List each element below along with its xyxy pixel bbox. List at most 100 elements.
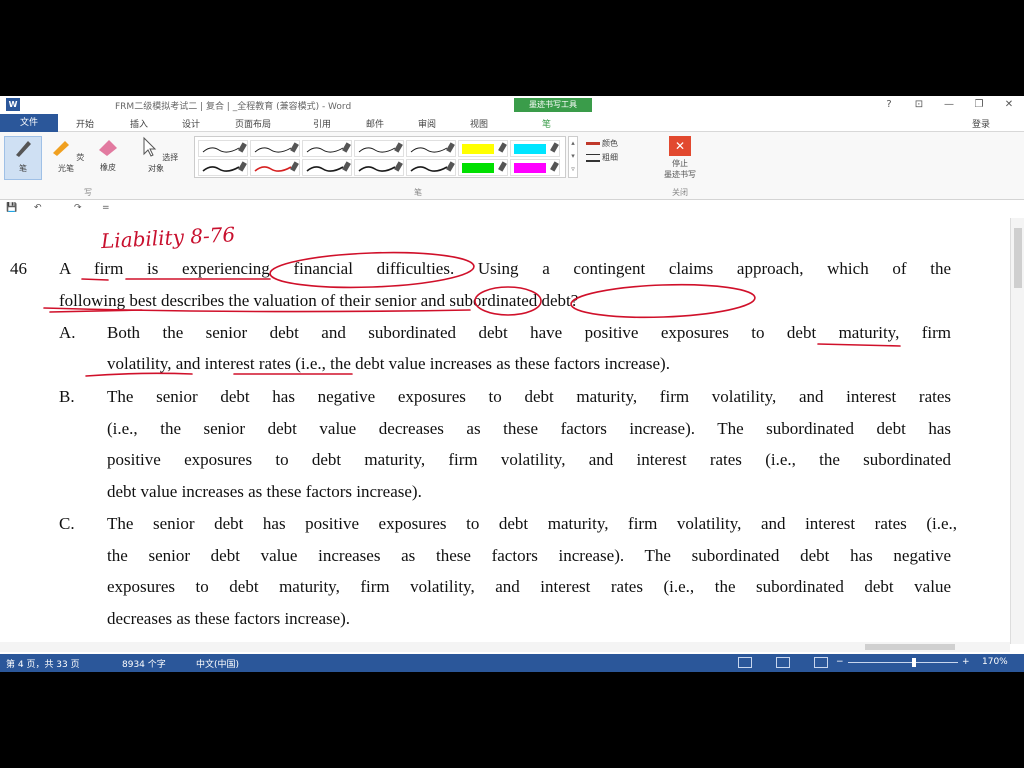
stop-inking-icon: ✕ [669, 136, 691, 156]
color-swatch-icon [586, 142, 600, 145]
pen-stroke-icon [202, 166, 240, 172]
pen-swatch-5[interactable] [406, 140, 456, 157]
customize-qat-icon[interactable]: = [102, 203, 110, 213]
handwritten-note-text: Liability 8-76 [101, 222, 236, 253]
eraser-button[interactable]: 橡皮 [90, 136, 126, 173]
highlighter-swatch-icon [514, 163, 546, 173]
pen-swatch-8[interactable] [198, 159, 248, 176]
ribbon: 笔 荧光笔 橡皮 选择对象 ▴ ▾ ▿ 颜色 粗细 ✕ 停止 墨迹书写 写 笔 关闭 [0, 132, 1024, 200]
pen-swatch-14[interactable] [510, 159, 560, 176]
sign-in-link[interactable]: 登录 [972, 117, 990, 130]
pen-tip-icon [498, 142, 507, 153]
select-objects-button[interactable]: 选择对象 [130, 136, 182, 174]
tab-page-layout[interactable]: 页面布局 [235, 117, 271, 130]
option-c-line-3: exposures to debt maturity, firm volatil… [107, 577, 951, 596]
option-c-line-2: the senior debt value increases as these… [107, 546, 951, 565]
zoom-slider-thumb[interactable] [912, 658, 916, 667]
cursor-icon [143, 136, 156, 157]
option-a-line-1: Both the senior debt and subordinated de… [107, 323, 951, 342]
screen: W FRM二级模拟考试二 | 复合 | _全程教育 (兼容模式) - Word … [0, 0, 1024, 768]
pen-icon [16, 141, 31, 157]
page-indicator[interactable]: 第 4 页，共 33 页 [6, 657, 80, 670]
pen-stroke-icon [358, 166, 396, 172]
close-button[interactable]: ✕ [994, 96, 1024, 114]
horizontal-scroll-thumb[interactable] [865, 644, 955, 650]
pen-swatch-1[interactable] [198, 140, 248, 157]
group-label-close: 关闭 [672, 188, 688, 197]
question-line-2: following best describes the valuation o… [59, 291, 579, 310]
option-c-line-1: The senior debt has positive exposures t… [107, 514, 957, 533]
option-c-label: C. [59, 514, 75, 533]
pen-swatch-10[interactable] [302, 159, 352, 176]
pen-swatch-11[interactable] [354, 159, 404, 176]
tab-pens[interactable]: 笔 [542, 117, 551, 130]
web-layout-icon[interactable] [814, 657, 828, 668]
zoom-in-icon[interactable]: + [962, 657, 970, 667]
pen-tip-icon [498, 161, 507, 172]
stop-inking-button[interactable]: ✕ 停止 墨迹书写 [655, 136, 705, 180]
pen-gallery [194, 136, 566, 178]
print-layout-icon[interactable] [776, 657, 790, 668]
read-mode-icon[interactable] [738, 657, 752, 668]
highlighter-button[interactable]: 荧光笔 [46, 136, 86, 174]
tab-mailings[interactable]: 邮件 [366, 117, 384, 130]
ink-tools-contextual-tab[interactable]: 墨迹书写工具 [514, 98, 592, 112]
tab-insert[interactable]: 插入 [130, 117, 148, 130]
pen-stroke-icon [254, 147, 292, 153]
highlighter-swatch-icon [462, 163, 494, 173]
pen-tip-icon [550, 142, 559, 153]
undo-icon[interactable]: ↶ [34, 203, 42, 213]
pen-swatch-3[interactable] [302, 140, 352, 157]
ink-underline-firm [81, 278, 109, 281]
save-icon[interactable]: 💾 [6, 203, 17, 213]
pen-swatch-6[interactable] [458, 140, 508, 157]
stop-inking-label-2: 墨迹书写 [664, 170, 696, 179]
pen-swatch-12[interactable] [406, 159, 456, 176]
pen-swatch-4[interactable] [354, 140, 404, 157]
ink-underline-debt-maturity [817, 343, 901, 347]
pen-thickness-dropdown[interactable]: 粗细 [586, 152, 618, 163]
pen-tip-icon [550, 161, 559, 172]
language-indicator[interactable]: 中文(中国) [196, 657, 239, 670]
redo-icon[interactable]: ↷ [74, 203, 82, 213]
tab-file[interactable]: 文件 [0, 114, 58, 132]
word-app-icon: W [6, 98, 20, 111]
pen-color-dropdown[interactable]: 颜色 [586, 138, 618, 149]
tab-review[interactable]: 审阅 [418, 117, 436, 130]
minimize-button[interactable]: — [934, 96, 964, 114]
group-label-write: 写 [84, 188, 92, 197]
option-b-line-3: positive exposures to debt maturity, fir… [107, 450, 951, 469]
zoom-slider-track[interactable] [848, 662, 958, 663]
window-controls: ? ⊡ — ❐ ✕ [874, 96, 1024, 114]
pen-swatch-7[interactable] [510, 140, 560, 157]
option-b-label: B. [59, 387, 75, 406]
document-page[interactable]: Liability 8-76 46 A firm is experiencing… [0, 218, 1010, 642]
pen-stroke-icon [358, 147, 396, 153]
tab-home[interactable]: 开始 [76, 117, 94, 130]
pen-button[interactable]: 笔 [4, 136, 42, 180]
tab-references[interactable]: 引用 [313, 117, 331, 130]
help-icon[interactable]: ? [874, 96, 904, 114]
quick-access-toolbar: 💾 ↶ ↷ = [0, 202, 1024, 216]
zoom-out-icon[interactable]: − [836, 657, 844, 667]
tab-view[interactable]: 视图 [470, 117, 488, 130]
highlighter-swatch-icon [514, 144, 546, 154]
pen-swatch-13[interactable] [458, 159, 508, 176]
group-label-pens: 笔 [414, 188, 422, 197]
word-count[interactable]: 8934 个字 [122, 657, 166, 670]
pen-swatch-9[interactable] [250, 159, 300, 176]
tab-design[interactable]: 设计 [182, 117, 200, 130]
vertical-scrollbar[interactable] [1010, 218, 1024, 644]
ribbon-display-options-icon[interactable]: ⊡ [904, 96, 934, 114]
zoom-level[interactable]: 170% [982, 657, 1008, 667]
eraser-button-label: 橡皮 [100, 163, 116, 172]
vertical-scroll-thumb[interactable] [1014, 228, 1022, 288]
handwritten-note: Liability 8-76 [101, 222, 236, 253]
pen-gallery-scroll[interactable]: ▴ ▾ ▿ [568, 136, 578, 178]
restore-button[interactable]: ❐ [964, 96, 994, 114]
horizontal-scrollbar[interactable] [0, 642, 1010, 652]
status-bar: 第 4 页，共 33 页 8934 个字 中文(中国) − + 170% [0, 654, 1024, 672]
option-a-line-2: volatility, and interest rates (i.e., th… [107, 354, 670, 373]
option-a-label: A. [59, 323, 76, 342]
pen-swatch-2[interactable] [250, 140, 300, 157]
